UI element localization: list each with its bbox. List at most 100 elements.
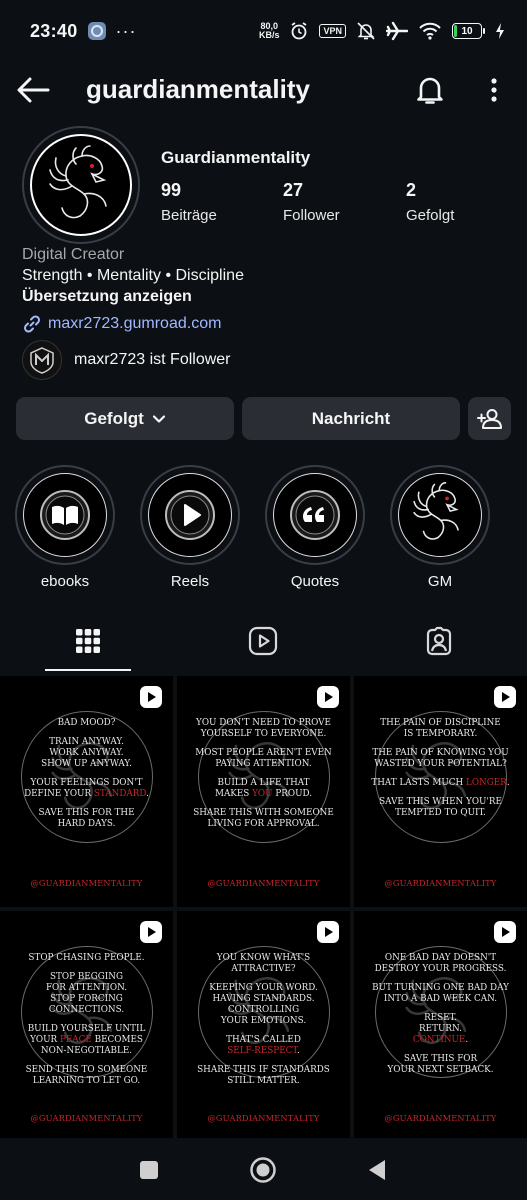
profile-avatar-ring[interactable] — [22, 126, 140, 244]
stat-followers[interactable]: 27 Follower — [283, 180, 340, 224]
suggest-people-button[interactable] — [468, 397, 511, 440]
post-quote-paragraph: YOU KNOW WHAT'S ATTRACTIVE? — [193, 953, 334, 975]
post-text-run: MOST PEOPLE AREN'T EVEN — [195, 748, 332, 758]
reel-badge-icon — [494, 921, 516, 943]
translate-link[interactable]: Übersetzung anzeigen — [22, 288, 192, 306]
more-vertical-icon[interactable] — [484, 74, 504, 106]
following-button[interactable]: Gefolgt — [16, 397, 234, 440]
stat-following[interactable]: 2 Gefolgt — [406, 180, 454, 224]
quote-icon — [290, 490, 340, 540]
wifi-icon — [419, 22, 441, 40]
app-notification-icon — [87, 22, 106, 40]
post-text-run: CONTROLLING — [227, 1005, 300, 1015]
post-text-run: BECOMES — [91, 1035, 143, 1045]
post-text-run: YOURSELF TO EVERYONE. — [200, 729, 327, 739]
post-text-run: BUT TURNING ONE BAD DAY — [372, 983, 509, 993]
stat-followers-label: Follower — [283, 207, 340, 224]
grid-icon — [76, 629, 100, 653]
tab-reels[interactable] — [220, 612, 306, 670]
post-quote-paragraph: BUT TURNING ONE BAD DAY INTO A BAD WEEK C… — [370, 983, 511, 1005]
post-text-run: STOP BEGGING — [50, 972, 123, 982]
post-tile[interactable]: BAD MOOD? TRAIN ANYWAY. WORK ANYWAY. SHOW U… — [0, 676, 173, 907]
post-text-run: SAVE THIS FOR — [403, 1054, 478, 1064]
airplane-icon — [386, 21, 408, 41]
post-tile[interactable]: YOU KNOW WHAT'S ATTRACTIVE? KEEPING YOUR W… — [177, 911, 350, 1142]
post-quote-paragraph: RESET. RETURN. CONTINUE. — [370, 1013, 511, 1046]
reel-badge-icon — [140, 921, 162, 943]
post-quote-paragraph: KEEPING YOUR WORD. HAVING STANDARDS. CONTR… — [193, 983, 334, 1027]
back-arrow-icon[interactable] — [16, 76, 50, 104]
post-quote-text: STOP CHASING PEOPLE. STOP BEGGING FOR ATTE… — [0, 953, 173, 1095]
post-tile[interactable]: STOP CHASING PEOPLE. STOP BEGGING FOR ATTE… — [0, 911, 173, 1142]
post-highlight-word: CONTINUE — [412, 1035, 466, 1045]
battery-level: 10 — [461, 25, 473, 37]
post-tile[interactable]: ONE BAD DAY DOESN'T DESTROY YOUR PROGRESS… — [354, 911, 527, 1142]
post-quote-paragraph: THAT'S CALLED SELF-RESPECT. — [193, 1035, 334, 1057]
post-handle: @GUARDIANMENTALITY — [384, 1113, 497, 1123]
post-text-run: SEND THIS TO SOMEONE — [25, 1065, 148, 1075]
tab-posts-grid[interactable] — [45, 612, 131, 670]
back-button[interactable] — [362, 1155, 392, 1185]
add-person-icon — [476, 408, 502, 429]
highlight-reels[interactable]: Reels — [140, 465, 240, 590]
post-quote-text: YOU DON'T NEED TO PROVE YOURSELF TO EVERY… — [177, 718, 350, 838]
chevron-down-icon — [152, 414, 165, 423]
post-handle: @GUARDIANMENTALITY — [207, 878, 320, 888]
alarm-icon — [291, 22, 307, 40]
square-icon — [140, 1161, 158, 1179]
post-highlight-word: SELF-RESPECT — [227, 1046, 297, 1056]
post-text-run: NON-NEGOTIABLE. — [40, 1046, 133, 1056]
back-triangle-icon — [369, 1160, 385, 1180]
post-text-run: . — [506, 778, 510, 788]
post-tile[interactable]: YOU DON'T NEED TO PROVE YOURSELF TO EVERY… — [177, 676, 350, 907]
post-text-run: YOU DON'T NEED TO PROVE — [196, 718, 331, 728]
post-text-run: STOP CHASING PEOPLE. — [28, 953, 145, 963]
recent-apps-button[interactable] — [134, 1155, 164, 1185]
message-button[interactable]: Nachricht — [242, 397, 460, 440]
post-text-run: SHARE THIS WITH SOMEONE — [193, 808, 334, 818]
post-quote-paragraph: BAD MOOD? — [16, 718, 157, 729]
highlight-quotes[interactable]: Quotes — [265, 465, 365, 590]
home-button[interactable] — [248, 1155, 278, 1185]
post-tile[interactable]: THE PAIN OF DISCIPLINE IS TEMPORARY. THE P… — [354, 676, 527, 907]
post-handle: @GUARDIANMENTALITY — [384, 878, 497, 888]
highlight-gm[interactable]: GM — [390, 465, 490, 590]
post-text-run: PROUD. — [272, 789, 313, 799]
mutual-follower-row[interactable]: maxr2723 ist Follower — [22, 340, 231, 380]
post-text-run: LEARNING TO LET GO. — [32, 1076, 141, 1086]
post-quote-paragraph: BUILD YOURSELF UNTIL YOUR PEACE BECOMES NO… — [16, 1024, 157, 1057]
mute-icon — [357, 22, 375, 40]
post-quote-text: YOU KNOW WHAT'S ATTRACTIVE? KEEPING YOUR W… — [177, 953, 350, 1095]
post-quote-paragraph: THE PAIN OF DISCIPLINE IS TEMPORARY. — [370, 718, 511, 740]
stat-posts[interactable]: 99 Beiträge — [161, 180, 217, 224]
post-text-run: STILL MATTER. — [227, 1076, 300, 1086]
post-text-run: YOUR EMOTIONS. — [220, 1016, 307, 1026]
post-quote-paragraph: THE PAIN OF KNOWING YOU WASTED YOUR POTEN… — [370, 748, 511, 770]
post-handle: @GUARDIANMENTALITY — [30, 878, 143, 888]
post-quote-paragraph: SAVE THIS FOR YOUR NEXT SETBACK. — [370, 1054, 511, 1076]
post-quote-paragraph: STOP CHASING PEOPLE. — [16, 953, 157, 964]
post-quote-paragraph: SEND THIS TO SOMEONE LEARNING TO LET GO. — [16, 1065, 157, 1087]
reel-badge-icon — [140, 686, 162, 708]
post-text-run: BAD MOOD? — [57, 718, 116, 728]
charging-icon — [496, 23, 504, 39]
bell-icon[interactable] — [414, 74, 446, 106]
reel-badge-icon — [317, 686, 339, 708]
stat-posts-value: 99 — [161, 180, 182, 200]
dragon-logo-icon — [49, 145, 107, 219]
post-highlight-word: STANDARD — [93, 789, 147, 799]
tab-tagged[interactable] — [396, 612, 482, 670]
post-text-run: WORK ANYWAY. — [49, 748, 124, 758]
highlight-ring — [265, 465, 365, 565]
highlight-ebooks[interactable]: ebooks — [15, 465, 115, 590]
highlight-cover — [23, 473, 107, 557]
post-text-run: BUILD A LIFE THAT — [217, 778, 310, 788]
system-nav-bar — [0, 1138, 527, 1200]
post-text-run: RETURN. — [419, 1024, 462, 1034]
stat-posts-label: Beiträge — [161, 207, 217, 224]
profile-website-link[interactable]: maxr2723.gumroad.com — [22, 314, 221, 334]
post-handle: @GUARDIANMENTALITY — [207, 1113, 320, 1123]
post-text-run: . — [296, 1046, 300, 1056]
active-tab-indicator — [45, 669, 131, 671]
more-notifications-icon: ··· — [115, 20, 137, 41]
